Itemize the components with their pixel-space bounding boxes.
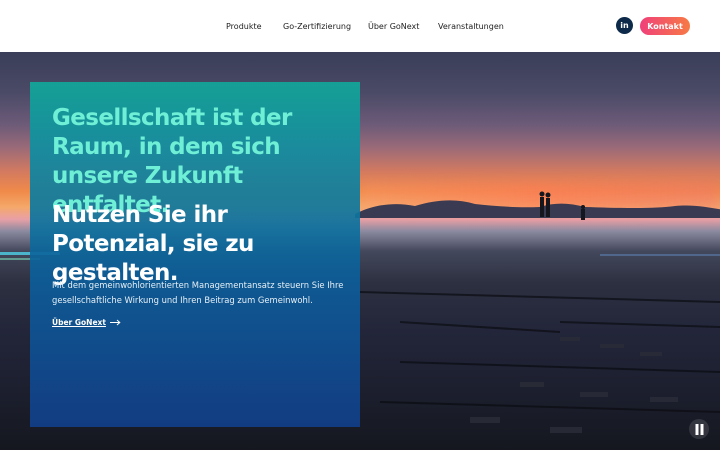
nav-item-produkte[interactable]: Produkte — [226, 22, 262, 31]
person-silhouette — [581, 205, 585, 220]
nav-item-go-zertifizierung[interactable]: Go-Zertifizierung — [283, 22, 351, 31]
hero-headline-secondary: Nutzen Sie ihr Potenzial, sie zu gestalt… — [52, 202, 254, 286]
hero-description: Mit dem gemeinwohlorientierten Managemen… — [52, 280, 344, 305]
linkedin-icon[interactable]: in — [616, 17, 633, 34]
site-header: Produkte Go-Zertifizierung Über GoNext V… — [0, 0, 720, 52]
linkedin-glyph: in — [620, 21, 629, 30]
main-nav: Produkte Go-Zertifizierung Über GoNext V… — [0, 0, 720, 52]
people-silhouette — [539, 191, 551, 217]
nav-item-veranstaltungen[interactable]: Veranstaltungen — [438, 22, 504, 31]
pause-button[interactable] — [689, 419, 709, 439]
contact-button[interactable]: Kontakt — [640, 17, 690, 35]
nav-item-ueber-gonext[interactable]: Über GoNext — [368, 22, 419, 31]
about-gonext-link[interactable]: Über GoNext — [52, 318, 121, 327]
pause-icon — [695, 423, 703, 435]
about-gonext-label: Über GoNext — [52, 318, 106, 327]
arrow-right-icon — [109, 319, 121, 326]
